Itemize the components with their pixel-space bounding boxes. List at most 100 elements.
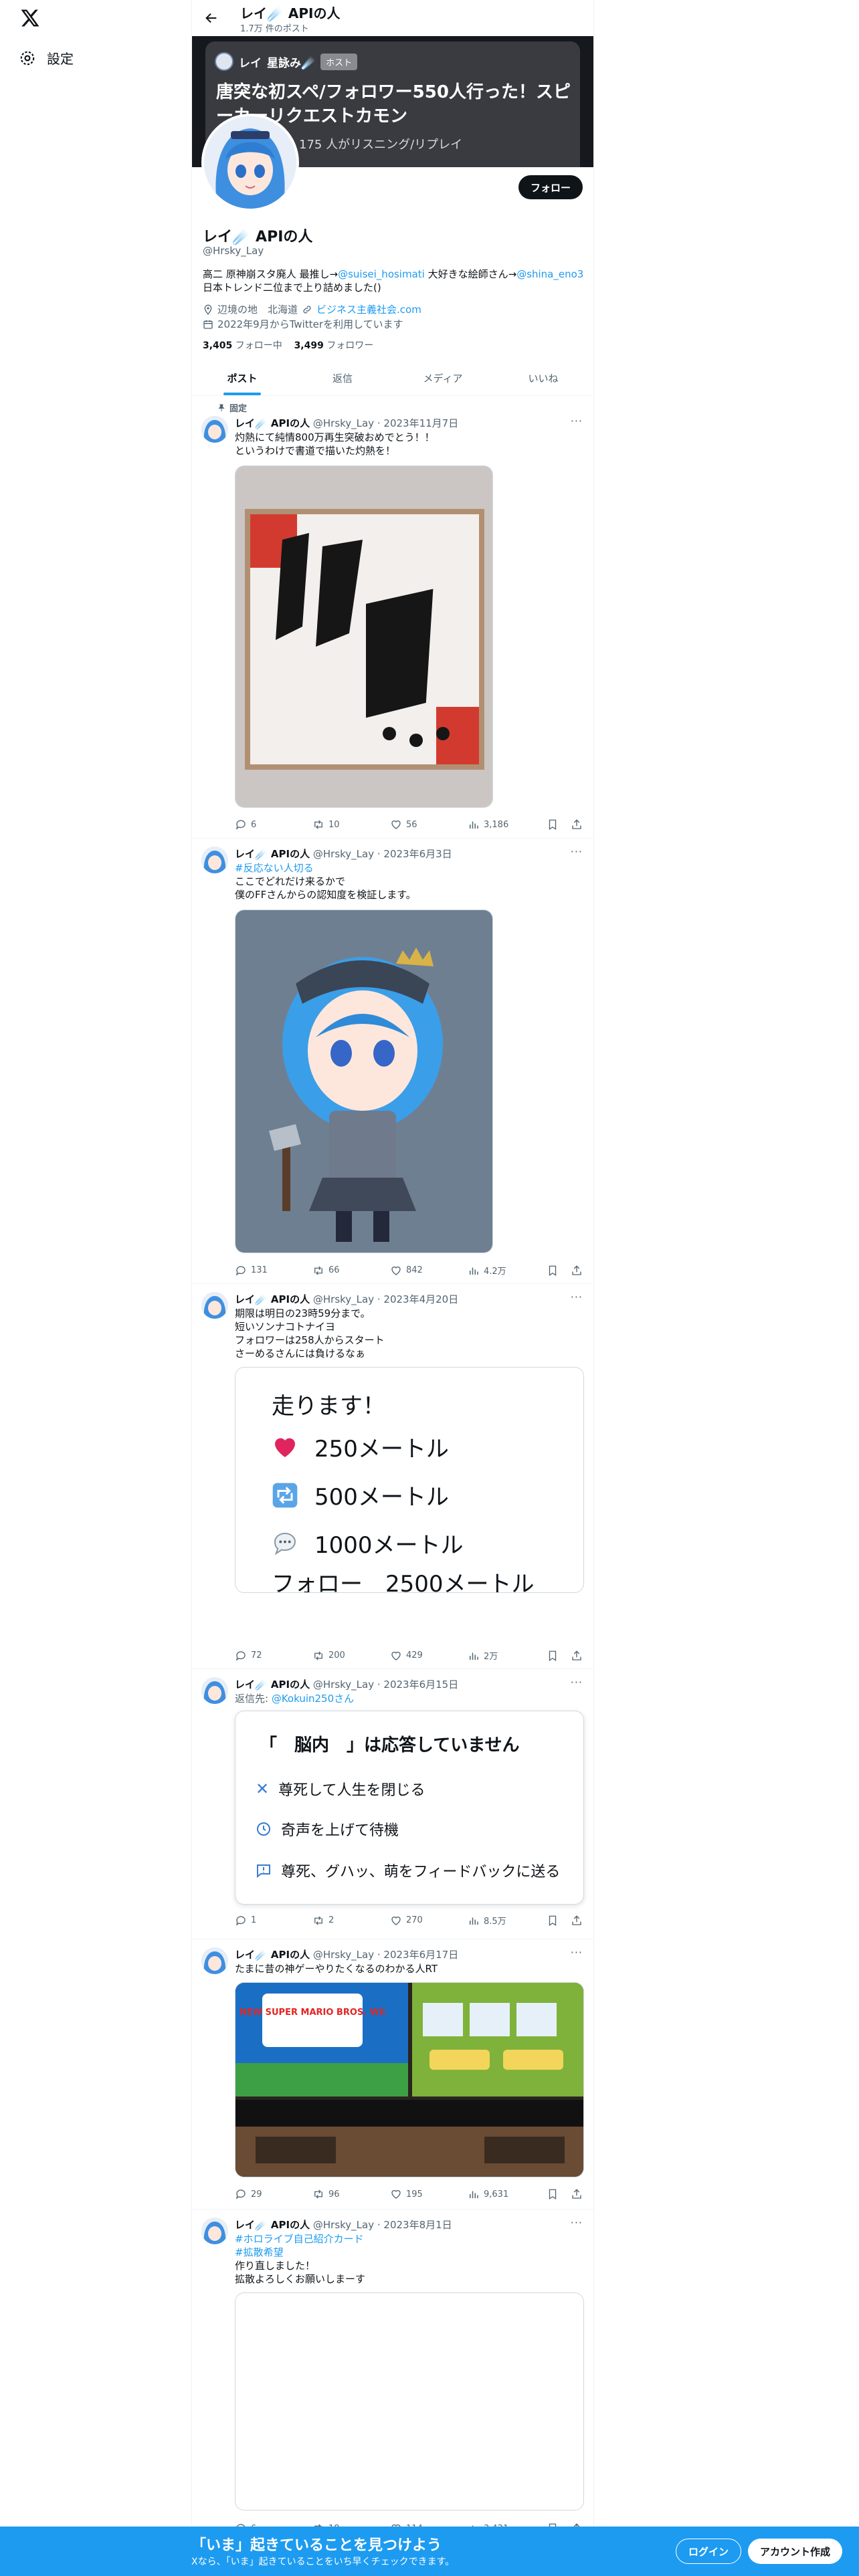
retweet-button[interactable]: 96 — [312, 2188, 390, 2200]
tweet-author-name[interactable]: レイ☄️ APIの人 — [235, 848, 310, 860]
tab-posts[interactable]: ポスト — [192, 361, 292, 395]
reply-button[interactable]: 131 — [235, 1265, 312, 1277]
tweet-date[interactable]: 2023年6月15日 — [383, 1679, 458, 1691]
bookmark-icon[interactable] — [547, 1265, 559, 1277]
reply-to-handle[interactable]: @Kokuin250さん — [272, 1693, 354, 1705]
tweet[interactable]: レイ☄️ APIの人 @Hrsky_Lay · 2023年8月1日 ··· #ホ… — [192, 2210, 593, 2576]
nav-settings[interactable]: 設定 — [19, 48, 74, 68]
tweet-date[interactable]: 2023年4月20日 — [383, 1293, 458, 1305]
tweet-handle[interactable]: @Hrsky_Lay — [313, 2219, 374, 2231]
share-icon[interactable] — [571, 1650, 583, 1662]
tweet-avatar[interactable] — [201, 1947, 228, 1974]
like-button[interactable]: 270 — [390, 1915, 468, 1927]
x-logo-icon[interactable] — [20, 8, 40, 28]
tweet-avatar[interactable] — [201, 1677, 228, 1704]
bio-link-1[interactable]: @suisei_hosimati — [338, 268, 425, 280]
tweet-handle[interactable]: @Hrsky_Lay — [313, 848, 374, 860]
followers-link[interactable]: 3,499 フォロワー — [294, 340, 374, 351]
views-button[interactable]: 9,631 — [468, 2188, 545, 2200]
tweet-hashtag[interactable]: #反応ない人切る — [235, 861, 583, 875]
tweet-author-name[interactable]: レイ☄️ APIの人 — [235, 2219, 310, 2231]
tweet[interactable]: 固定 レイ☄️ APIの人 @Hrsky_Lay · 2023年11月7日 ··… — [192, 396, 593, 839]
tweet-image[interactable] — [235, 2292, 584, 2510]
more-options-icon[interactable]: ··· — [571, 1291, 583, 1303]
retweet-button[interactable]: 66 — [312, 1265, 390, 1277]
reply-button[interactable]: 6 — [235, 819, 312, 831]
tweet-image[interactable]: 「 脳内 」は応答していません ✕ 尊死して人生を閉じる 奇声を上げて待機 尊死… — [235, 1711, 584, 1905]
signup-button[interactable]: アカウント作成 — [748, 2539, 843, 2564]
bookmark-icon[interactable] — [547, 819, 559, 831]
bio-text-3: 日本トレンド二位まで上り詰めました() — [203, 282, 381, 294]
tweet[interactable]: レイ☄️ APIの人 @Hrsky_Lay · 2023年6月3日 ··· #反… — [192, 839, 593, 1284]
views-button[interactable]: 8.5万 — [468, 1914, 545, 1927]
like-button[interactable]: 842 — [390, 1265, 468, 1277]
tweet-author-name[interactable]: レイ☄️ APIの人 — [235, 1949, 310, 1961]
like-button[interactable]: 56 — [390, 819, 468, 831]
views-button[interactable]: 2万 — [468, 1649, 545, 1662]
tab-replies[interactable]: 返信 — [292, 361, 393, 395]
profile-avatar[interactable] — [201, 114, 299, 211]
follow-button[interactable]: フォロー — [518, 175, 583, 199]
tweet[interactable]: レイ☄️ APIの人 @Hrsky_Lay · 2023年6月17日 ··· た… — [192, 1939, 593, 2210]
bookmark-icon[interactable] — [547, 2188, 559, 2200]
more-options-icon[interactable]: ··· — [571, 2216, 583, 2229]
dialog-title: 「 脳内 」は応答していません — [260, 1735, 520, 1755]
tweet-date[interactable]: 2023年6月17日 — [383, 1949, 458, 1961]
share-icon[interactable] — [571, 819, 583, 831]
space-host-avatar — [215, 52, 233, 71]
login-button[interactable]: ログイン — [676, 2539, 742, 2564]
retweet-button[interactable]: 10 — [312, 819, 390, 831]
tweet-handle[interactable]: @Hrsky_Lay — [313, 1949, 374, 1961]
bookmark-icon[interactable] — [547, 1915, 559, 1927]
like-count: 195 — [406, 2189, 423, 2199]
tweet-author-name[interactable]: レイ☄️ APIの人 — [235, 417, 310, 429]
retweet-button[interactable]: 2 — [312, 1915, 390, 1927]
tweet-avatar[interactable] — [201, 416, 228, 443]
more-options-icon[interactable]: ··· — [571, 415, 583, 427]
tab-likes[interactable]: いいね — [493, 361, 593, 395]
reply-button[interactable]: 29 — [235, 2188, 312, 2200]
views-button[interactable]: 3,186 — [468, 819, 545, 831]
tweet-date[interactable]: 2023年8月1日 — [383, 2219, 452, 2231]
tweet-handle[interactable]: @Hrsky_Lay — [313, 1679, 374, 1691]
tweet-author-name[interactable]: レイ☄️ APIの人 — [235, 1293, 310, 1305]
share-icon[interactable] — [571, 1915, 583, 1927]
tweet-date[interactable]: 2023年6月3日 — [383, 848, 452, 860]
bio-link-2[interactable]: @shina_eno3 — [516, 268, 583, 280]
views-icon — [470, 821, 478, 829]
tweet-image[interactable]: 走ります！ 250メートル 500メートル 1000メートル フォロー 2500… — [235, 1367, 584, 1593]
tab-media[interactable]: メディア — [393, 361, 493, 395]
tweet-avatar[interactable] — [201, 847, 228, 873]
more-options-icon[interactable]: ··· — [571, 1946, 583, 1959]
reply-button[interactable]: 72 — [235, 1650, 312, 1662]
tweet-hashtag[interactable]: #拡散希望 — [235, 2246, 583, 2259]
tweet-date[interactable]: 2023年11月7日 — [383, 417, 458, 429]
tweet-hashtag[interactable]: #ホロライブ自己紹介カード — [235, 2232, 583, 2246]
tweet-avatar[interactable] — [201, 2218, 228, 2244]
tweet-line: 拡散よろしくお願いしまーす — [235, 2273, 366, 2285]
profile-url[interactable]: ビジネス主義社会.com — [316, 302, 421, 317]
like-button[interactable]: 429 — [390, 1650, 468, 1662]
tweet-image[interactable] — [235, 909, 493, 1253]
tweet-image[interactable] — [235, 465, 493, 808]
views-button[interactable]: 4.2万 — [468, 1264, 545, 1277]
reply-button[interactable]: 1 — [235, 1915, 312, 1927]
tweet-image[interactable]: NEW SUPER MARIO BROS. Wii — [235, 1982, 584, 2177]
share-icon[interactable] — [571, 1265, 583, 1277]
tweet-handle[interactable]: @Hrsky_Lay — [313, 417, 374, 429]
back-arrow-icon[interactable] — [204, 11, 219, 25]
view-count: 4.2万 — [484, 1267, 506, 1277]
space-host-name: レイ — [239, 56, 262, 70]
like-button[interactable]: 195 — [390, 2188, 468, 2200]
tweet[interactable]: レイ☄️ APIの人 @Hrsky_Lay · 2023年6月15日 ··· 返… — [192, 1669, 593, 1939]
retweet-button[interactable]: 200 — [312, 1650, 390, 1662]
following-link[interactable]: 3,405 フォロー中 — [203, 340, 282, 351]
more-options-icon[interactable]: ··· — [571, 1676, 583, 1689]
bookmark-icon[interactable] — [547, 1650, 559, 1662]
tweet-avatar[interactable] — [201, 1292, 228, 1319]
tweet-author-name[interactable]: レイ☄️ APIの人 — [235, 1679, 310, 1691]
tweet[interactable]: レイ☄️ APIの人 @Hrsky_Lay · 2023年4月20日 ··· 期… — [192, 1284, 593, 1669]
share-icon[interactable] — [571, 2188, 583, 2200]
more-options-icon[interactable]: ··· — [571, 845, 583, 858]
tweet-handle[interactable]: @Hrsky_Lay — [313, 1293, 374, 1305]
